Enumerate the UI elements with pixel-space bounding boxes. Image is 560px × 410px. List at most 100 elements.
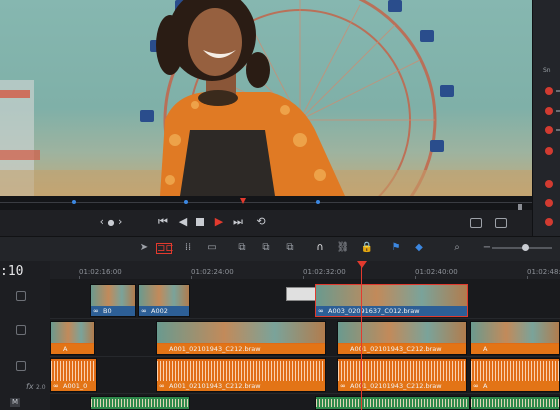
clip-label: A [471, 381, 559, 391]
audio-clip[interactable]: A001_02101943_C212.braw ∞ [337, 358, 467, 392]
scrub-playhead[interactable] [240, 198, 246, 204]
playhead-handle[interactable] [357, 261, 367, 268]
clip-thumbnail [157, 322, 325, 343]
insert-clip-icon[interactable]: ⧉ [235, 242, 249, 254]
audio-clip-green[interactable] [470, 396, 560, 410]
clip-thumbnail [316, 285, 467, 306]
link-icon[interactable]: ⛓ [336, 242, 350, 254]
timeline-timecode[interactable]: :10 [0, 264, 23, 279]
mute-button[interactable]: M [10, 398, 20, 407]
clip-thumbnail [338, 322, 466, 343]
clip-label: A001_02101943_C212.braw [338, 381, 466, 391]
trim-tool-icon[interactable]: ⊐⊏ [156, 243, 174, 254]
record-dot[interactable] [545, 147, 553, 155]
marker[interactable] [316, 200, 320, 204]
play-reverse-icon[interactable]: ◀ [176, 216, 190, 228]
snap-icon[interactable]: ∩ [313, 242, 327, 254]
scrub-track [0, 202, 532, 203]
clip-thumbnail [51, 322, 94, 343]
track-header-icon[interactable] [16, 361, 26, 371]
marker[interactable] [184, 200, 188, 204]
fx-label: fx [26, 382, 34, 391]
play-icon[interactable]: ▶ [212, 216, 226, 228]
ruler-tick-label: 01:02:48:00 [527, 268, 560, 276]
stop-icon[interactable] [196, 218, 204, 226]
clip-label: A003_02091637_C012.braw [316, 306, 467, 316]
marker[interactable] [72, 200, 76, 204]
video-clip[interactable]: A [50, 321, 95, 355]
panel-handle [556, 129, 560, 131]
link-icon: ∞ [53, 382, 59, 390]
audio-clip-green[interactable] [90, 396, 190, 410]
track-header-icon[interactable] [16, 291, 26, 301]
clip-label: A [51, 344, 94, 354]
replace-clip-icon[interactable]: ⧉ [283, 242, 297, 254]
blade-tool-icon[interactable]: ▭ [205, 242, 219, 254]
timeline-playhead[interactable] [361, 261, 362, 410]
video-clip-selected[interactable]: A003_02091637_C012.braw ∞ [315, 284, 468, 317]
audio-waveform [471, 399, 559, 407]
audio-waveform [316, 399, 469, 407]
audio-clip[interactable]: A ∞ [470, 358, 560, 392]
record-dot[interactable] [545, 87, 553, 95]
chevron-right-icon: › [117, 215, 123, 228]
clip-label: A [471, 344, 559, 354]
fx-value: 2.0 [36, 384, 46, 391]
ruler-tick-label: 01:02:16:00 [79, 268, 122, 276]
video-clip[interactable]: B0 ∞ [90, 284, 136, 317]
lock-icon[interactable]: 🔒 [360, 242, 374, 254]
ruler-tick-label: 01:02:24:00 [191, 268, 234, 276]
skip-back-icon[interactable]: ⏮ [156, 216, 170, 228]
selection-tool-icon[interactable]: ➤ [137, 242, 151, 254]
record-dot[interactable] [545, 107, 553, 115]
audio-waveform [91, 399, 189, 407]
inspector-panel: Sn [532, 0, 560, 196]
link-icon: ∞ [159, 382, 165, 390]
fullscreen-icon[interactable] [495, 218, 507, 228]
video-clip[interactable]: A [470, 321, 560, 355]
skip-forward-icon[interactable]: ⏭ [231, 216, 245, 228]
clip-label: A001_02101943_C212.braw [338, 344, 466, 354]
marker-icon[interactable]: ◆ [412, 242, 426, 254]
dynamic-trim-icon[interactable]: ⁞⁞ [181, 242, 195, 254]
loop-icon[interactable]: ⟲ [254, 216, 268, 228]
link-icon: ∞ [340, 382, 346, 390]
track-divider [50, 393, 560, 394]
ruler-tick-label: 01:02:40:00 [415, 268, 458, 276]
clip-thumbnail [139, 285, 189, 306]
jog-dot-icon: ● [107, 218, 115, 227]
flag-icon[interactable]: ⚑ [389, 242, 403, 254]
zoom-slider-handle[interactable] [522, 244, 529, 251]
clip-thumbnail [471, 322, 559, 343]
video-clip[interactable]: A001_02101943_C212.braw [156, 321, 326, 355]
viewer-image [0, 0, 532, 196]
audio-clip-green[interactable] [315, 396, 470, 410]
clip-thumbnail [91, 285, 135, 306]
track-header-icon[interactable] [16, 325, 26, 335]
zoom-icon[interactable]: ⌕ [450, 242, 464, 254]
viewer[interactable] [0, 0, 532, 196]
record-dot[interactable] [545, 218, 553, 226]
record-dot[interactable] [545, 199, 553, 207]
track-divider [50, 356, 560, 357]
inspector-label: Sn [543, 67, 551, 74]
link-icon: ∞ [93, 307, 99, 315]
track-divider [50, 318, 560, 319]
timeline-toolbar [0, 236, 560, 262]
panel-handle [556, 90, 560, 92]
match-frame-icon[interactable] [470, 218, 482, 228]
overwrite-clip-icon[interactable]: ⧉ [259, 242, 273, 254]
record-dot[interactable] [545, 126, 553, 134]
ruler-tick-label: 01:02:32:00 [303, 268, 346, 276]
panel-handle [556, 110, 560, 112]
video-clip[interactable]: A001_02101943_C212.braw [337, 321, 467, 355]
video-clip[interactable]: A002 ∞ [138, 284, 190, 317]
jog-control[interactable]: ‹ ● › [97, 216, 125, 229]
clip-label: A001_02101943_C212.braw [157, 381, 325, 391]
record-dot[interactable] [545, 180, 553, 188]
viewer-scrub-bar[interactable] [0, 196, 532, 210]
link-icon: ∞ [318, 307, 324, 315]
audio-clip[interactable]: A001_02101943_C212.braw ∞ [156, 358, 326, 392]
chevron-left-icon: ‹ [99, 215, 104, 228]
audio-clip[interactable]: A001_0 ∞ [50, 358, 97, 392]
